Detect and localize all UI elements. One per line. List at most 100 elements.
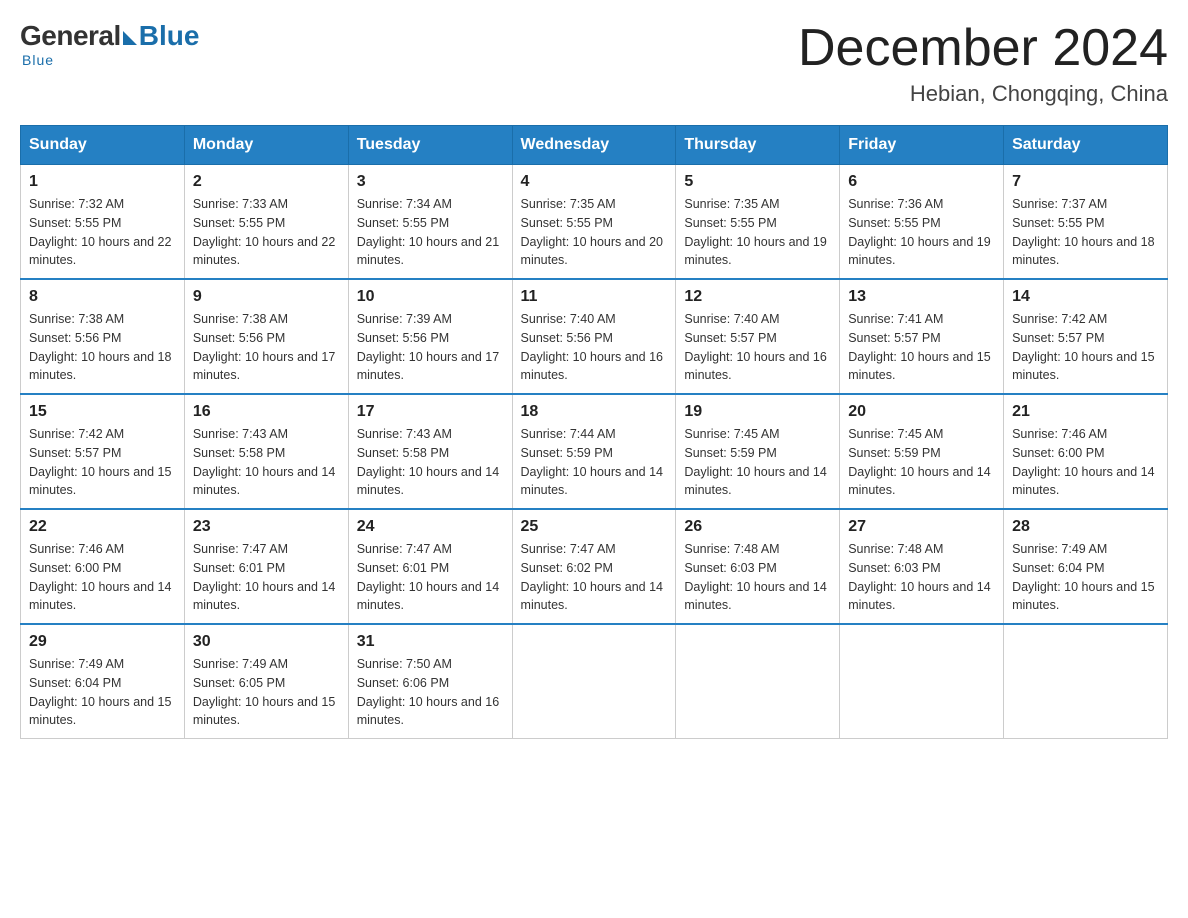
day-info: Sunrise: 7:39 AM Sunset: 5:56 PM Dayligh… [357, 310, 504, 385]
day-number: 3 [357, 173, 504, 191]
day-info: Sunrise: 7:45 AM Sunset: 5:59 PM Dayligh… [848, 425, 995, 500]
day-number: 13 [848, 288, 995, 306]
table-row: 19 Sunrise: 7:45 AM Sunset: 5:59 PM Dayl… [676, 394, 840, 509]
table-row: 12 Sunrise: 7:40 AM Sunset: 5:57 PM Dayl… [676, 279, 840, 394]
day-number: 25 [521, 518, 668, 536]
day-number: 29 [29, 633, 176, 651]
table-row: 16 Sunrise: 7:43 AM Sunset: 5:58 PM Dayl… [184, 394, 348, 509]
day-info: Sunrise: 7:33 AM Sunset: 5:55 PM Dayligh… [193, 195, 340, 270]
month-title: December 2024 [798, 20, 1168, 77]
table-row: 22 Sunrise: 7:46 AM Sunset: 6:00 PM Dayl… [21, 509, 185, 624]
day-info: Sunrise: 7:47 AM Sunset: 6:01 PM Dayligh… [357, 540, 504, 615]
day-info: Sunrise: 7:46 AM Sunset: 6:00 PM Dayligh… [1012, 425, 1159, 500]
table-row [676, 624, 840, 739]
calendar-week-4: 22 Sunrise: 7:46 AM Sunset: 6:00 PM Dayl… [21, 509, 1168, 624]
table-row: 28 Sunrise: 7:49 AM Sunset: 6:04 PM Dayl… [1004, 509, 1168, 624]
day-info: Sunrise: 7:40 AM Sunset: 5:57 PM Dayligh… [684, 310, 831, 385]
day-info: Sunrise: 7:40 AM Sunset: 5:56 PM Dayligh… [521, 310, 668, 385]
day-number: 11 [521, 288, 668, 306]
calendar-week-5: 29 Sunrise: 7:49 AM Sunset: 6:04 PM Dayl… [21, 624, 1168, 739]
table-row: 21 Sunrise: 7:46 AM Sunset: 6:00 PM Dayl… [1004, 394, 1168, 509]
day-number: 23 [193, 518, 340, 536]
day-number: 7 [1012, 173, 1159, 191]
table-row: 3 Sunrise: 7:34 AM Sunset: 5:55 PM Dayli… [348, 165, 512, 280]
table-row: 2 Sunrise: 7:33 AM Sunset: 5:55 PM Dayli… [184, 165, 348, 280]
col-monday: Monday [184, 126, 348, 165]
table-row: 14 Sunrise: 7:42 AM Sunset: 5:57 PM Dayl… [1004, 279, 1168, 394]
calendar-header-row: Sunday Monday Tuesday Wednesday Thursday… [21, 126, 1168, 165]
day-number: 8 [29, 288, 176, 306]
table-row [512, 624, 676, 739]
calendar-week-3: 15 Sunrise: 7:42 AM Sunset: 5:57 PM Dayl… [21, 394, 1168, 509]
day-info: Sunrise: 7:47 AM Sunset: 6:01 PM Dayligh… [193, 540, 340, 615]
table-row: 10 Sunrise: 7:39 AM Sunset: 5:56 PM Dayl… [348, 279, 512, 394]
day-info: Sunrise: 7:35 AM Sunset: 5:55 PM Dayligh… [521, 195, 668, 270]
day-number: 6 [848, 173, 995, 191]
day-info: Sunrise: 7:43 AM Sunset: 5:58 PM Dayligh… [357, 425, 504, 500]
day-number: 22 [29, 518, 176, 536]
day-info: Sunrise: 7:41 AM Sunset: 5:57 PM Dayligh… [848, 310, 995, 385]
col-wednesday: Wednesday [512, 126, 676, 165]
table-row: 24 Sunrise: 7:47 AM Sunset: 6:01 PM Dayl… [348, 509, 512, 624]
day-number: 2 [193, 173, 340, 191]
day-info: Sunrise: 7:49 AM Sunset: 6:04 PM Dayligh… [1012, 540, 1159, 615]
day-number: 1 [29, 173, 176, 191]
day-info: Sunrise: 7:36 AM Sunset: 5:55 PM Dayligh… [848, 195, 995, 270]
col-saturday: Saturday [1004, 126, 1168, 165]
calendar-week-1: 1 Sunrise: 7:32 AM Sunset: 5:55 PM Dayli… [21, 165, 1168, 280]
day-number: 19 [684, 403, 831, 421]
day-number: 31 [357, 633, 504, 651]
day-info: Sunrise: 7:32 AM Sunset: 5:55 PM Dayligh… [29, 195, 176, 270]
table-row [1004, 624, 1168, 739]
day-number: 30 [193, 633, 340, 651]
table-row: 31 Sunrise: 7:50 AM Sunset: 6:06 PM Dayl… [348, 624, 512, 739]
table-row: 6 Sunrise: 7:36 AM Sunset: 5:55 PM Dayli… [840, 165, 1004, 280]
table-row: 8 Sunrise: 7:38 AM Sunset: 5:56 PM Dayli… [21, 279, 185, 394]
table-row: 5 Sunrise: 7:35 AM Sunset: 5:55 PM Dayli… [676, 165, 840, 280]
day-info: Sunrise: 7:43 AM Sunset: 5:58 PM Dayligh… [193, 425, 340, 500]
day-info: Sunrise: 7:42 AM Sunset: 5:57 PM Dayligh… [29, 425, 176, 500]
page-header: General Blue Blue December 2024 Hebian, … [20, 20, 1168, 107]
day-number: 15 [29, 403, 176, 421]
day-info: Sunrise: 7:47 AM Sunset: 6:02 PM Dayligh… [521, 540, 668, 615]
day-info: Sunrise: 7:49 AM Sunset: 6:05 PM Dayligh… [193, 655, 340, 730]
table-row: 30 Sunrise: 7:49 AM Sunset: 6:05 PM Dayl… [184, 624, 348, 739]
table-row: 15 Sunrise: 7:42 AM Sunset: 5:57 PM Dayl… [21, 394, 185, 509]
day-info: Sunrise: 7:37 AM Sunset: 5:55 PM Dayligh… [1012, 195, 1159, 270]
table-row [840, 624, 1004, 739]
table-row: 23 Sunrise: 7:47 AM Sunset: 6:01 PM Dayl… [184, 509, 348, 624]
table-row: 4 Sunrise: 7:35 AM Sunset: 5:55 PM Dayli… [512, 165, 676, 280]
day-info: Sunrise: 7:45 AM Sunset: 5:59 PM Dayligh… [684, 425, 831, 500]
day-number: 21 [1012, 403, 1159, 421]
day-info: Sunrise: 7:46 AM Sunset: 6:00 PM Dayligh… [29, 540, 176, 615]
table-row: 20 Sunrise: 7:45 AM Sunset: 5:59 PM Dayl… [840, 394, 1004, 509]
table-row: 25 Sunrise: 7:47 AM Sunset: 6:02 PM Dayl… [512, 509, 676, 624]
day-info: Sunrise: 7:38 AM Sunset: 5:56 PM Dayligh… [29, 310, 176, 385]
day-number: 12 [684, 288, 831, 306]
day-info: Sunrise: 7:42 AM Sunset: 5:57 PM Dayligh… [1012, 310, 1159, 385]
table-row: 17 Sunrise: 7:43 AM Sunset: 5:58 PM Dayl… [348, 394, 512, 509]
day-info: Sunrise: 7:50 AM Sunset: 6:06 PM Dayligh… [357, 655, 504, 730]
table-row: 1 Sunrise: 7:32 AM Sunset: 5:55 PM Dayli… [21, 165, 185, 280]
day-number: 27 [848, 518, 995, 536]
day-info: Sunrise: 7:38 AM Sunset: 5:56 PM Dayligh… [193, 310, 340, 385]
location-title: Hebian, Chongqing, China [798, 81, 1168, 107]
day-number: 9 [193, 288, 340, 306]
logo-tagline: Blue [22, 52, 54, 68]
table-row: 13 Sunrise: 7:41 AM Sunset: 5:57 PM Dayl… [840, 279, 1004, 394]
day-number: 28 [1012, 518, 1159, 536]
day-number: 24 [357, 518, 504, 536]
day-number: 4 [521, 173, 668, 191]
day-number: 5 [684, 173, 831, 191]
day-number: 14 [1012, 288, 1159, 306]
day-number: 26 [684, 518, 831, 536]
day-info: Sunrise: 7:34 AM Sunset: 5:55 PM Dayligh… [357, 195, 504, 270]
col-tuesday: Tuesday [348, 126, 512, 165]
calendar-week-2: 8 Sunrise: 7:38 AM Sunset: 5:56 PM Dayli… [21, 279, 1168, 394]
day-info: Sunrise: 7:35 AM Sunset: 5:55 PM Dayligh… [684, 195, 831, 270]
day-number: 18 [521, 403, 668, 421]
logo-triangle-icon [123, 31, 137, 45]
day-info: Sunrise: 7:44 AM Sunset: 5:59 PM Dayligh… [521, 425, 668, 500]
table-row: 29 Sunrise: 7:49 AM Sunset: 6:04 PM Dayl… [21, 624, 185, 739]
day-number: 10 [357, 288, 504, 306]
